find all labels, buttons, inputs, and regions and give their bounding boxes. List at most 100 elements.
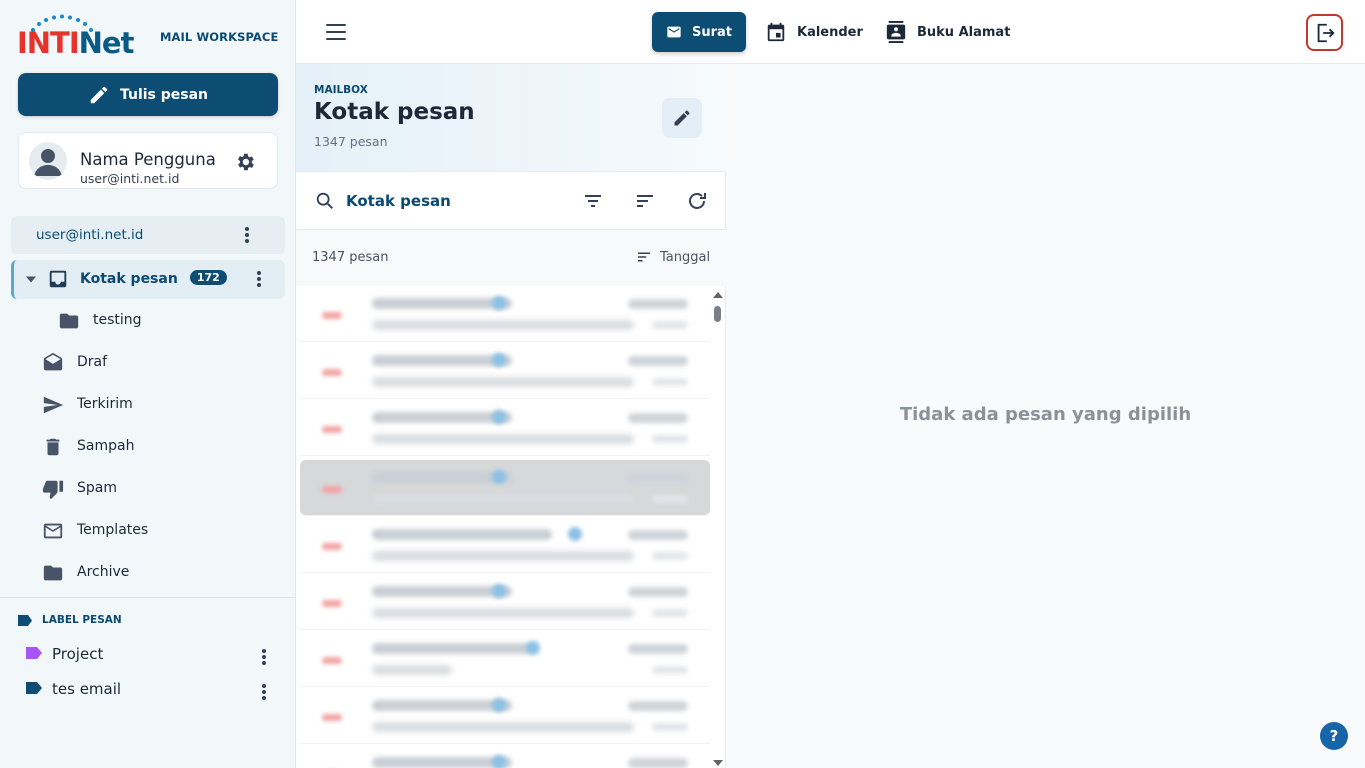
logout-button[interactable] — [1306, 14, 1343, 51]
label-project-menu-icon[interactable] — [256, 646, 272, 668]
list-count-row: 1347 pesan Tanggal — [296, 230, 726, 286]
sidebar-divider — [0, 597, 296, 598]
avatar[interactable] — [29, 142, 67, 180]
mail-icon — [43, 523, 63, 539]
tab-mail[interactable]: Surat — [652, 12, 746, 52]
inbox-icon — [49, 270, 67, 288]
label-tes-email-name: tes email — [52, 680, 122, 698]
inbox-label-text: Kotak pesan — [80, 271, 178, 287]
folder-drafts[interactable]: Draf — [0, 344, 296, 382]
scroll-up-icon[interactable] — [713, 292, 723, 298]
contacts-icon — [886, 21, 906, 43]
search-icon[interactable] — [314, 190, 336, 212]
label-tag-icon — [26, 682, 42, 694]
list-item[interactable] — [300, 517, 710, 573]
list-item[interactable] — [300, 631, 710, 687]
account-email: user@inti.net.id — [36, 227, 144, 243]
list-item[interactable] — [300, 460, 710, 516]
message-list — [296, 286, 710, 768]
folder-archive-label: Archive — [77, 564, 130, 580]
message-list-pane: MAILBOX Kotak pesan 1347 pesan 1347 pesa… — [296, 64, 726, 768]
logout-icon — [1317, 23, 1335, 42]
label-tag-icon — [18, 614, 32, 626]
folder-spam[interactable]: Spam — [0, 470, 296, 508]
folder-trash-label: Sampah — [77, 438, 135, 454]
folder-archive[interactable]: Archive — [0, 554, 296, 592]
compose-button[interactable]: Tulis pesan — [18, 73, 278, 116]
folder-drafts-label: Draf — [77, 354, 108, 370]
list-count: 1347 pesan — [312, 250, 389, 265]
mailbox-count: 1347 pesan — [314, 134, 388, 149]
user-avatar-icon — [34, 149, 62, 176]
list-item[interactable] — [300, 688, 710, 744]
sort-by-date-button[interactable]: Tanggal — [634, 248, 710, 266]
top-bar: Surat Kalender Buku Alamat — [296, 0, 1365, 64]
folder-templates[interactable]: Templates — [0, 512, 296, 550]
account-menu-icon[interactable] — [239, 224, 255, 246]
list-item[interactable] — [300, 400, 710, 456]
labels-heading-text: LABEL PESAN — [42, 614, 122, 626]
filter-icon[interactable] — [581, 189, 605, 213]
send-icon — [43, 396, 64, 414]
sort-icon[interactable] — [633, 189, 657, 213]
label-tes-email[interactable]: tes email — [0, 676, 296, 706]
label-tes-email-menu-icon[interactable] — [256, 681, 272, 703]
brand-row: INTINet MAIL WORKSPACE — [17, 14, 282, 60]
folder-sent[interactable]: Terkirim — [0, 386, 296, 424]
folder-icon — [43, 565, 63, 581]
logo-prefix: INTI — [17, 26, 80, 60]
unread-badge: 172 — [189, 270, 227, 285]
calendar-icon — [767, 22, 785, 42]
folder-inbox[interactable]: Kotak pesan 172 — [11, 260, 285, 299]
folder-templates-label: Templates — [77, 522, 149, 538]
logo-suffix: Net — [78, 26, 135, 60]
tab-address-book[interactable]: Buku Alamat — [885, 12, 1010, 52]
label-tag-icon — [26, 647, 42, 659]
inbox-menu-icon[interactable] — [251, 268, 267, 290]
folder-icon — [59, 313, 79, 329]
edit-mailbox-button[interactable] — [662, 98, 702, 138]
drafts-icon — [43, 352, 63, 371]
mailbox-title: Kotak pesan — [314, 99, 475, 125]
caret-down-icon[interactable] — [26, 276, 36, 283]
user-card: Nama Pengguna user@inti.net.id — [18, 132, 278, 189]
workspace-label: MAIL WORKSPACE — [160, 30, 279, 44]
folder-trash[interactable]: Sampah — [0, 428, 296, 466]
tab-calendar[interactable]: Kalender — [765, 12, 863, 52]
inti-net-logo[interactable]: INTINet — [17, 14, 147, 60]
compose-label: Tulis pesan — [119, 86, 209, 103]
pencil-icon — [90, 86, 108, 103]
tab-mail-label: Surat — [691, 24, 732, 40]
list-item[interactable] — [300, 343, 710, 399]
menu-icon[interactable] — [326, 24, 346, 40]
folder-testing-label: testing — [93, 312, 142, 328]
account-row[interactable]: user@inti.net.id — [11, 216, 285, 254]
search-row — [296, 172, 726, 230]
scroll-thumb[interactable] — [714, 306, 721, 322]
folder-inbox-label: Kotak pesan 172 — [80, 270, 227, 287]
folder-sent-label: Terkirim — [77, 396, 133, 412]
folder-spam-label: Spam — [77, 480, 117, 496]
sort-label: Tanggal — [660, 249, 711, 265]
mail-icon — [667, 26, 681, 38]
mailbox-small-label: MAILBOX — [314, 84, 368, 96]
list-item[interactable] — [300, 286, 710, 342]
trash-icon — [46, 438, 60, 456]
list-item[interactable] — [300, 574, 710, 630]
mailbox-header: MAILBOX Kotak pesan 1347 pesan — [296, 64, 726, 172]
empty-state-text: Tidak ada pesan yang dipilih — [899, 404, 1192, 425]
folder-testing[interactable]: testing — [0, 302, 296, 340]
list-item[interactable] — [300, 745, 710, 768]
user-email: user@inti.net.id — [80, 171, 180, 186]
label-project[interactable]: Project — [0, 641, 296, 671]
scroll-down-icon[interactable] — [713, 760, 723, 766]
gear-icon[interactable] — [234, 151, 256, 173]
label-project-name: Project — [52, 645, 104, 663]
reading-pane: Tidak ada pesan yang dipilih ? — [726, 64, 1365, 768]
search-input[interactable] — [346, 186, 566, 216]
help-button[interactable]: ? — [1320, 722, 1348, 750]
tab-address-book-label: Buku Alamat — [917, 24, 1011, 40]
message-list-scrollbar[interactable] — [710, 290, 726, 768]
tab-calendar-label: Kalender — [797, 24, 863, 40]
refresh-icon[interactable] — [685, 189, 709, 213]
